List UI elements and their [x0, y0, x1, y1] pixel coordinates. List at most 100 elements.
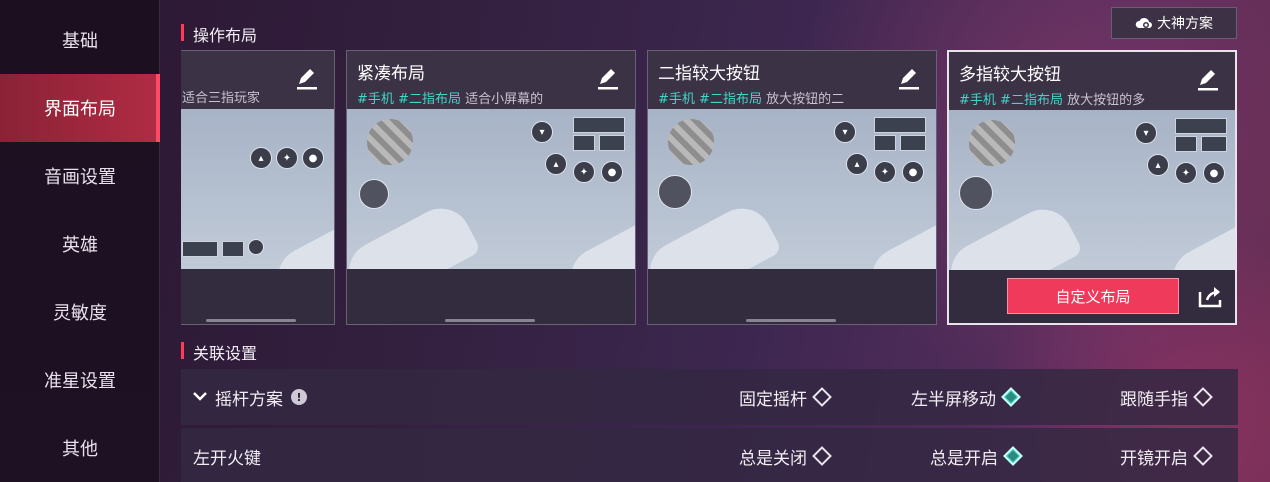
layout-preview: ▾ ▴ ✦ ● — [347, 109, 635, 269]
option-label: 开镜开启 — [1120, 448, 1188, 469]
sidebar-item-sensitivity[interactable]: 灵敏度 — [0, 278, 160, 346]
sidebar-item-hero[interactable]: 英雄 — [0, 210, 160, 278]
sidebar-item-label: 灵敏度 — [53, 303, 107, 324]
settings-sidebar: 基础 界面布局 音画设置 英雄 灵敏度 准星设置 其他 — [0, 0, 160, 482]
section-title-linked: 关联设置 — [181, 340, 257, 364]
option-always-on[interactable]: 总是开启 — [930, 444, 1023, 469]
option-on-when-scoped[interactable]: 开镜开启 — [1120, 444, 1213, 469]
sidebar-item-ui-layout[interactable]: 界面布局 — [0, 74, 160, 142]
reload-button — [359, 179, 389, 209]
skill-button: ✦ — [573, 161, 595, 183]
option-label: 总是关闭 — [739, 448, 807, 469]
option-label: 跟随手指 — [1120, 389, 1188, 410]
card-desc: 放大按钮的二 — [766, 92, 845, 107]
option-follow-finger[interactable]: 跟随手指 — [1120, 385, 1213, 410]
layout-card-compact[interactable]: 紧凑布局 #手机 #二指布局 适合小屏幕的 ▾ ▴ ✦ ● — [346, 50, 636, 325]
sidebar-item-label: 其他 — [62, 439, 98, 460]
skill-button: ▴ — [1147, 154, 1169, 176]
layout-card-multi-finger-large[interactable]: 多指较大按钮 #手机 #二指布局 放大按钮的多 ▾ ▴ ✦ ● 自定义布局 — [947, 50, 1237, 325]
edit-icon[interactable] — [896, 65, 922, 91]
weapon-slot — [1175, 136, 1197, 152]
weapon-slot — [222, 241, 244, 257]
option-fixed-joystick[interactable]: 固定摇杆 — [739, 385, 832, 410]
weapon-slot — [900, 135, 926, 151]
card-header: 适合三指玩家 — [181, 51, 334, 109]
move-joystick — [648, 197, 783, 269]
diamond-radio-icon — [812, 446, 832, 466]
weapon-slot — [599, 135, 625, 151]
card-title: 多指较大按钮 — [959, 65, 1061, 85]
skill-button: ▴ — [846, 153, 868, 175]
card-header: 二指较大按钮 #手机 #二指布局 放大按钮的二 — [648, 51, 936, 109]
sidebar-item-other[interactable]: 其他 — [0, 414, 160, 482]
diamond-radio-checked-icon — [1001, 387, 1021, 407]
card-tags: #手机 #二指布局 放大按钮的二 — [658, 88, 878, 107]
skill-button: ▾ — [834, 121, 856, 143]
fire-button — [267, 203, 334, 269]
fire-button — [861, 203, 936, 269]
edit-icon[interactable] — [1195, 66, 1221, 92]
skill-button: ✦ — [276, 147, 298, 169]
carousel-indicator — [445, 319, 535, 322]
edit-icon[interactable] — [294, 65, 320, 91]
option-always-off[interactable]: 总是关闭 — [739, 444, 832, 469]
card-footer: 自定义布局 — [949, 270, 1235, 323]
sidebar-item-crosshair[interactable]: 准星设置 — [0, 346, 160, 414]
card-title: 二指较大按钮 — [658, 64, 760, 84]
god-scheme-button[interactable]: 大神方案 — [1111, 7, 1237, 39]
layout-preview: ▾ ▴ ✦ ● — [648, 109, 936, 269]
weapon-slot — [1201, 136, 1227, 152]
diamond-radio-icon — [812, 387, 832, 407]
sidebar-item-basic[interactable]: 基础 — [0, 6, 160, 74]
diamond-radio-icon — [1193, 446, 1213, 466]
god-scheme-label: 大神方案 — [1157, 16, 1213, 32]
minimap — [969, 120, 1015, 166]
tag-device: #手机 — [658, 92, 695, 107]
setting-row-joystick: 摇杆方案 ! 固定摇杆 左半屏移动 跟随手指 — [181, 369, 1238, 425]
chevron-down-icon — [193, 392, 207, 401]
skill-button: ● — [902, 161, 924, 183]
card-footer — [181, 269, 334, 324]
fire-button — [560, 203, 635, 269]
option-label: 总是开启 — [930, 448, 998, 469]
card-footer — [648, 269, 936, 324]
layout-cards-carousel[interactable]: 适合三指玩家 ▴ ✦ ● 紧凑布局 #手机 #二指布局 适合小屏幕的 ▾ ▴ ✦… — [181, 50, 1239, 326]
move-joystick — [347, 197, 482, 269]
weapon-slot — [874, 135, 896, 151]
weapon-slot — [182, 241, 218, 257]
skill-button: ● — [1203, 162, 1225, 184]
sidebar-item-audio-video[interactable]: 音画设置 — [0, 142, 160, 210]
reload-button — [959, 176, 993, 210]
minimap — [367, 119, 413, 165]
carousel-indicator — [746, 319, 836, 322]
info-icon[interactable]: ! — [291, 389, 307, 405]
card-header: 紧凑布局 #手机 #二指布局 适合小屏幕的 — [347, 51, 635, 109]
share-icon[interactable] — [1197, 286, 1223, 308]
layout-preview: ▾ ▴ ✦ ● — [949, 110, 1235, 270]
tag-device: #手机 — [959, 93, 996, 108]
skill-button: ✦ — [874, 161, 896, 183]
layout-card-two-finger-large[interactable]: 二指较大按钮 #手机 #二指布局 放大按钮的二 ▾ ▴ ✦ ● — [647, 50, 937, 325]
option-label: 左半屏移动 — [911, 389, 996, 410]
custom-layout-button[interactable]: 自定义布局 — [1007, 278, 1179, 314]
row-label: 摇杆方案 — [215, 389, 283, 410]
edit-icon[interactable] — [595, 65, 621, 91]
row-label-group[interactable]: 摇杆方案 ! — [193, 385, 307, 410]
weapon-slot — [874, 117, 926, 133]
card-title: 紧凑布局 — [357, 64, 425, 84]
tag-fingers: #二指布局 — [699, 92, 762, 107]
tag-fingers: #二指布局 — [398, 92, 461, 107]
card-tags: #手机 #二指布局 适合小屏幕的 — [357, 88, 577, 107]
carousel-indicator — [206, 319, 296, 322]
minimap — [668, 119, 714, 165]
diamond-radio-icon — [1193, 387, 1213, 407]
layout-card-three-finger[interactable]: 适合三指玩家 ▴ ✦ ● — [181, 50, 335, 325]
option-left-half-move[interactable]: 左半屏移动 — [911, 385, 1021, 410]
row-label-group: 左开火键 — [193, 444, 261, 469]
card-desc: 适合小屏幕的 — [465, 92, 544, 107]
skill-button: ● — [601, 161, 623, 183]
section-title-layout: 操作布局 — [181, 22, 257, 46]
diamond-radio-checked-icon — [1003, 446, 1023, 466]
sidebar-item-label: 界面布局 — [44, 99, 116, 120]
weapon-slot — [573, 117, 625, 133]
